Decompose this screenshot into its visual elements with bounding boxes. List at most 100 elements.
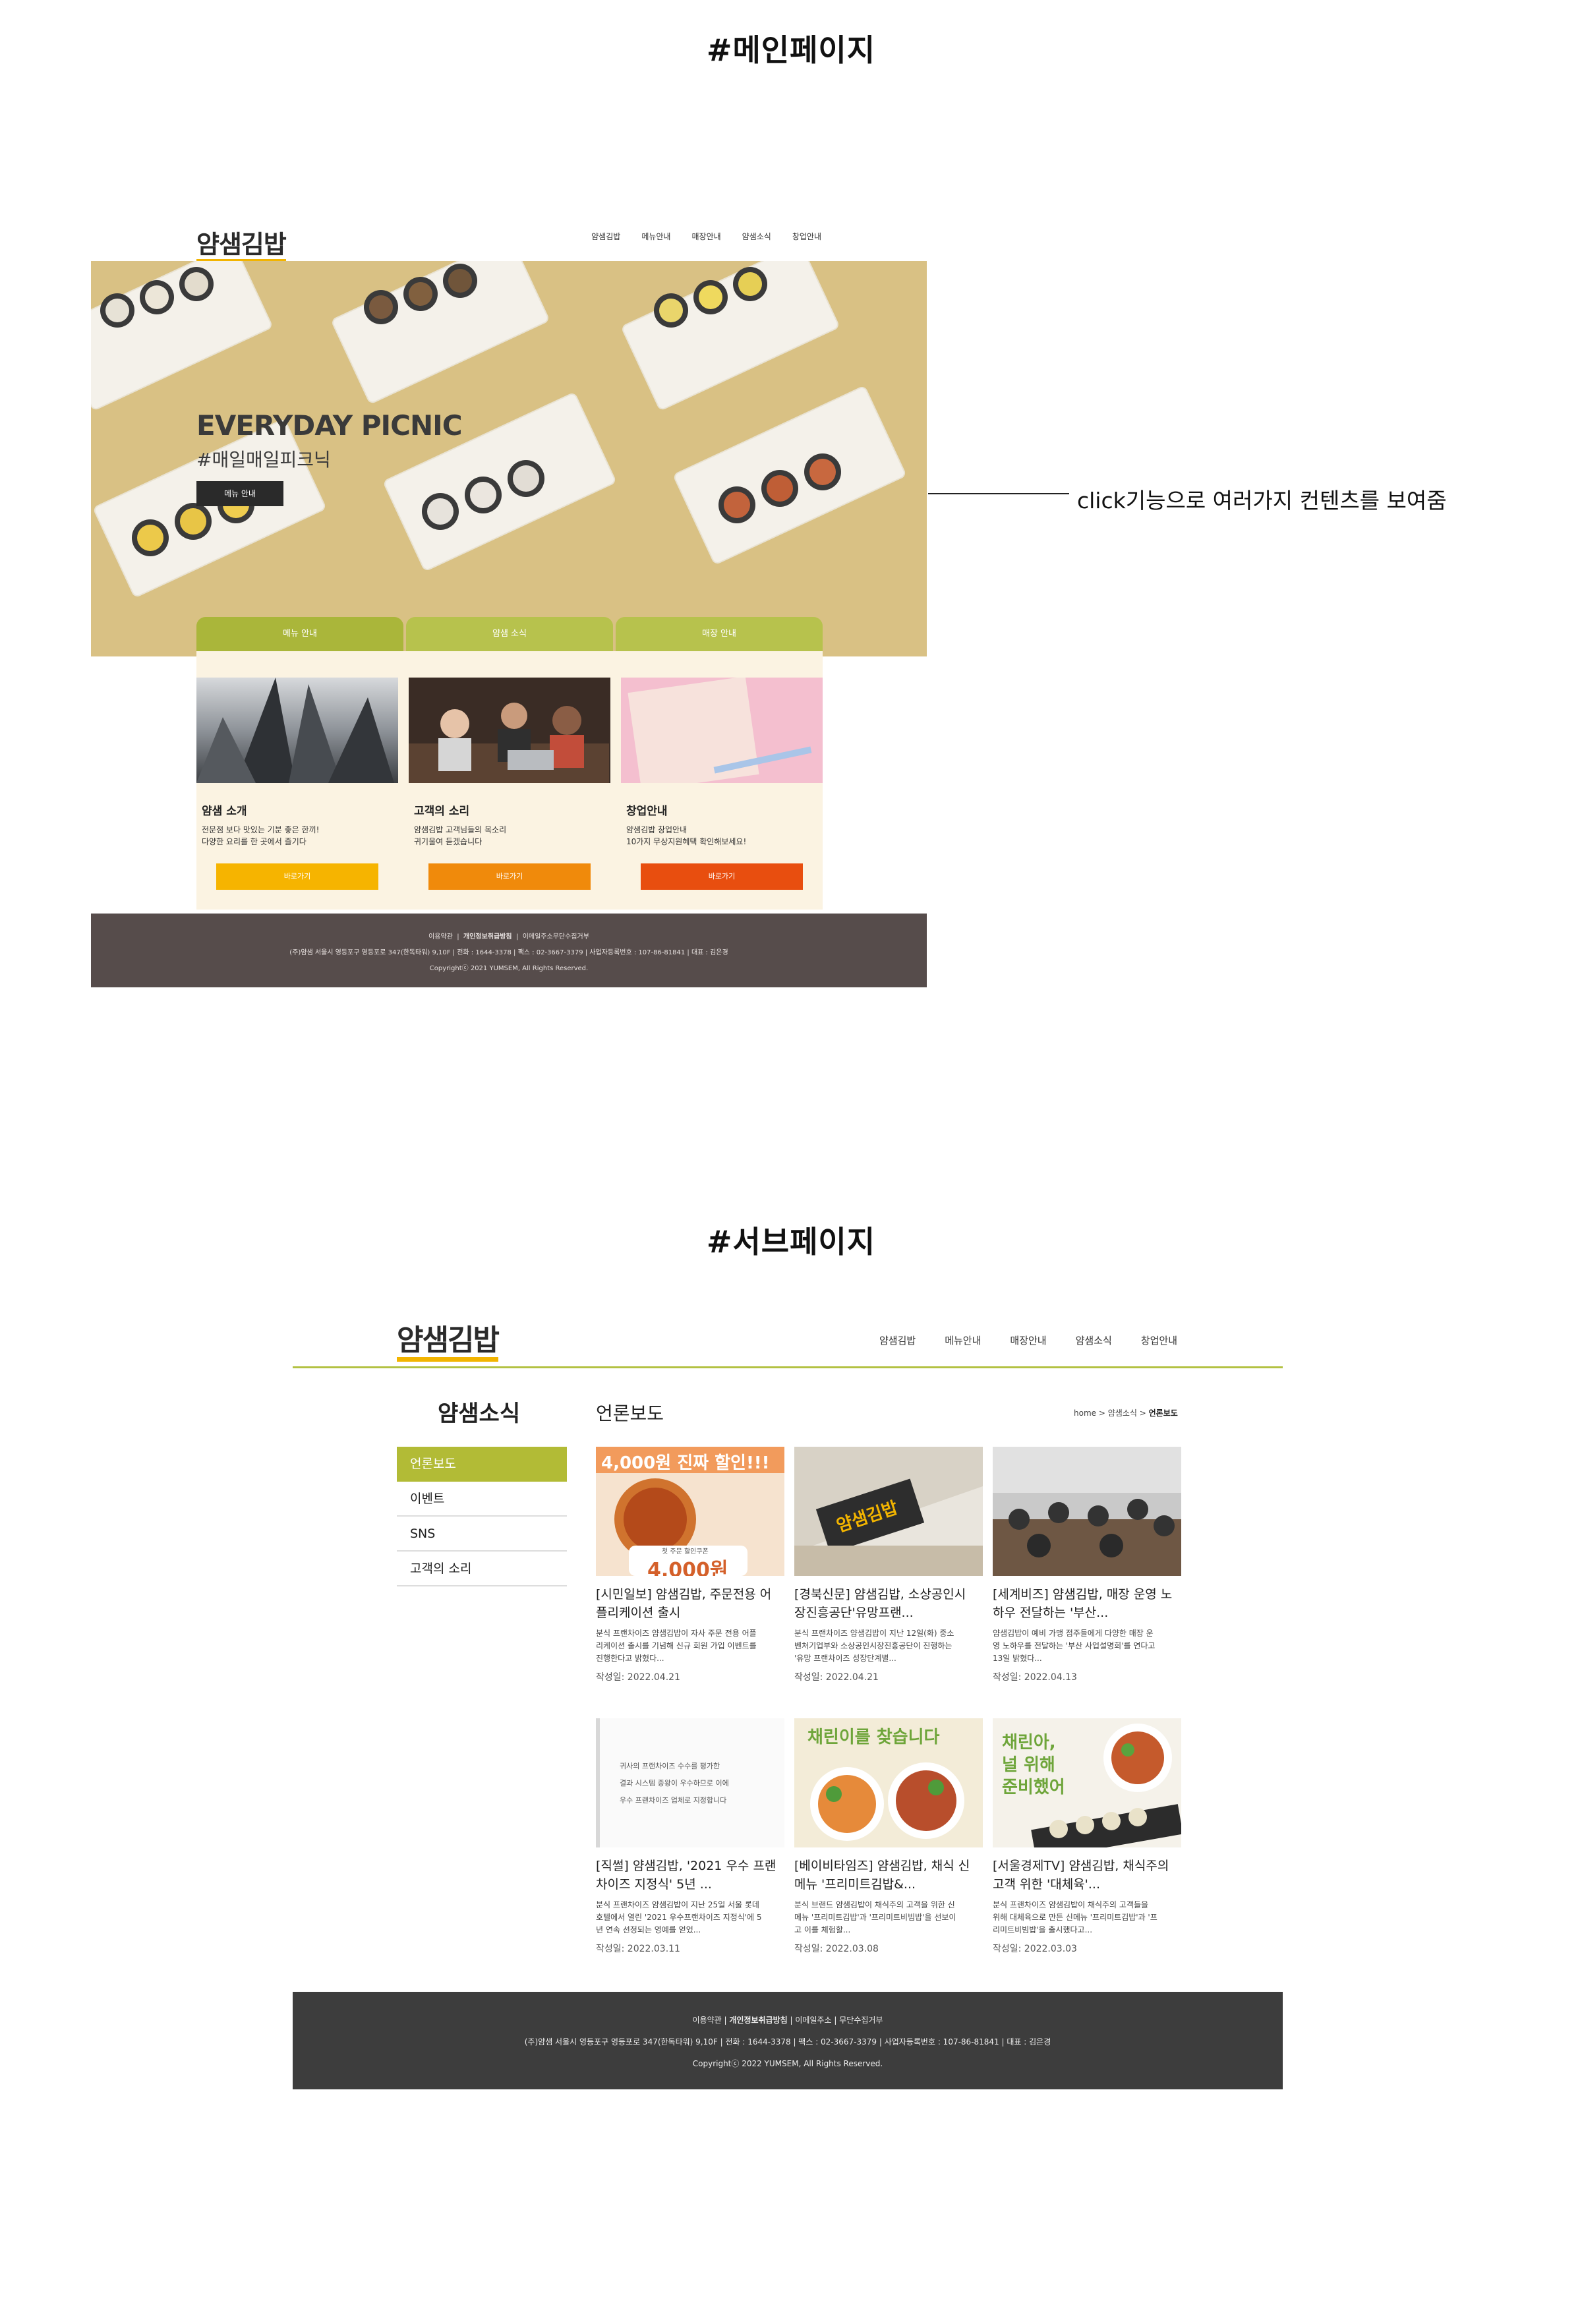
logo-text: 얌샘김밥	[397, 1323, 500, 1362]
callout-note: click기능으로 여러가지 컨텐츠를 보여줌	[1077, 488, 1447, 513]
card-title: 얌샘 소개	[202, 805, 247, 818]
news-thumbnail	[993, 1447, 1181, 1576]
nav-item-yumsem[interactable]: 얌샘김밥	[591, 231, 620, 242]
meeting-image	[409, 678, 610, 783]
news-date: 작성일: 2022.04.13	[993, 1672, 1077, 1683]
side-menu-sns[interactable]: SNS	[397, 1517, 567, 1552]
hero-menu-button[interactable]: 메뉴 안내	[196, 481, 283, 506]
nav-item-yumsem[interactable]: 얌샘김밥	[879, 1333, 916, 1347]
card-desc: 얌샘김밥 창업안내 10가지 무상지원혜택 확인해보세요!	[626, 825, 747, 846]
card-startup: 창업안내 얌샘김밥 창업안내 10가지 무상지원혜택 확인해보세요! 바로가기	[621, 678, 823, 910]
news-thumbnail: 4,000원 진짜 할인!!! 첫 주문 할인쿠폰 4,000원	[596, 1447, 784, 1576]
go-button[interactable]: 바로가기	[641, 863, 803, 890]
card-desc: 얌샘김밥 고객님들의 목소리 귀기울여 듣겠습니다	[414, 825, 507, 846]
side-menu-voice[interactable]: 고객의 소리	[397, 1552, 567, 1586]
news-title: [직썰] 얌샘김밥, '2021 우수 프랜 차이즈 지정식' 5년 ...	[596, 1859, 776, 1892]
card-title: 고객의 소리	[414, 805, 470, 818]
breadcrumb-home[interactable]: home	[1074, 1409, 1096, 1418]
nav-item-store[interactable]: 매장안내	[1010, 1333, 1046, 1347]
news-card[interactable]: [세계비즈] 얌샘김밥, 매장 운영 노 하우 전달하는 '부산... 얌샘김밥이…	[993, 1447, 1181, 1683]
footer-link-privacy[interactable]: 개인정보취급방침	[729, 2016, 787, 2025]
news-summary: 분식 프랜차이즈 얌샘김밥이 채식주의 고객들을 위해 대체육으로 만든 신메뉴 …	[993, 1900, 1157, 1934]
nav-item-menu[interactable]: 메뉴안내	[945, 1333, 981, 1347]
news-title: [시민일보] 얌샘김밥, 주문전용 어 플리케이션 출시	[596, 1587, 772, 1620]
nav-item-store[interactable]: 매장안내	[691, 231, 720, 242]
card-title: 창업안내	[626, 805, 668, 818]
side-menu-press[interactable]: 언론보도	[397, 1447, 567, 1482]
news-title: [서울경제TV] 얌샘김밥, 채식주의 고객 위한 '대체육'...	[993, 1859, 1169, 1892]
callout-line	[928, 493, 1069, 494]
main-nav: 얌샘김밥 메뉴안내 매장안내 얌샘소식 창업안내	[591, 231, 821, 242]
news-thumbnail: 귀사의 프랜차이즈 수수를 평가한 결과 시스템 증왕이 우수하므로 이에 우수 프…	[596, 1718, 784, 1847]
sub-page-mockup: 얌샘김밥 얌샘김밥 메뉴안내 매장안내 얌샘소식 창업안내 얌샘소식 언론보도 …	[293, 1295, 1283, 2089]
nav-item-startup[interactable]: 창업안내	[1141, 1333, 1177, 1347]
nav-item-menu[interactable]: 메뉴안내	[641, 231, 670, 242]
card-intro: 얌샘 소개 전문점 보다 맛있는 기분 좋은 한끼! 다양한 요리를 한 곳에서 …	[196, 678, 398, 910]
nav-item-news[interactable]: 얌샘소식	[1076, 1333, 1112, 1347]
content-title: 언론보도	[596, 1403, 664, 1424]
footer-company-info: (주)얌샘 서울시 영등포구 영등포로 347(한독타워) 9,10F | 전화…	[289, 949, 728, 956]
main-page-heading: #메인페이지	[706, 32, 876, 68]
breadcrumb: home > 얌샘소식 > 언론보도	[1074, 1409, 1178, 1418]
breadcrumb-current: 언론보도	[1148, 1409, 1178, 1418]
news-thumbnail: 채린아, 널 위해 준비했어	[993, 1718, 1181, 1847]
news-card[interactable]: 귀사의 프랜차이즈 수수를 평가한 결과 시스템 증왕이 우수하므로 이에 우수 프…	[596, 1718, 784, 1955]
news-card[interactable]: 4,000원 진짜 할인!!! 첫 주문 할인쿠폰 4,000원 [시민일보] …	[596, 1447, 784, 1683]
news-summary: 분식 프랜차이즈 얌샘김밥이 자사 주문 전용 어플 리케이션 출시를 기념해 신…	[596, 1629, 757, 1663]
sub-footer: 이용약관 | 개인정보취급방침 | 이메일주소 | 무단수집거부 (주)얌샘 서…	[293, 1992, 1283, 2089]
notebook-image	[621, 678, 823, 783]
main-page-mockup: 얌샘김밥 얌샘김밥 메뉴안내 매장안내 얌샘소식 창업안내 EVERYDAY P…	[91, 216, 927, 987]
tab-menu[interactable]: 메뉴 안내	[196, 617, 403, 651]
main-footer: 이용약관 | 개인정보취급방침 | 이메일주소무단수집거부 (주)얌샘 서울시 …	[91, 914, 927, 987]
side-menu: 언론보도 이벤트 SNS 고객의 소리	[397, 1447, 567, 1586]
news-card[interactable]: 채린이를 찾습니다 [베이비타임즈] 얌샘김밥, 채식 신 메뉴 '프리미트김밥&…	[794, 1718, 983, 1955]
sub-page-heading: #서브페이지	[706, 1224, 876, 1260]
side-menu-event[interactable]: 이벤트	[397, 1482, 567, 1517]
breadcrumb-parent[interactable]: 얌샘소식	[1108, 1409, 1137, 1418]
tab-store[interactable]: 매장 안내	[616, 617, 823, 651]
footer-links: 이용약관 | 개인정보취급방침 | 이메일주소 | 무단수집거부	[692, 2016, 883, 2025]
card-desc: 전문점 보다 맛있는 기분 좋은 한끼! 다양한 요리를 한 곳에서 즐기다	[202, 825, 320, 846]
news-title: [세계비즈] 얌샘김밥, 매장 운영 노 하우 전달하는 '부산...	[993, 1587, 1173, 1620]
hero-title: EVERYDAY PICNIC	[196, 409, 463, 442]
card-voice: 고객의 소리 얌샘김밥 고객님들의 목소리 귀기울여 듣겠습니다 바로가기	[409, 678, 610, 910]
footer-copyright: Copyrightⓒ 2022 YUMSEM, All Rights Reser…	[692, 2059, 883, 2068]
news-date: 작성일: 2022.03.03	[993, 1944, 1077, 1954]
news-summary: 분식 브랜드 얌샘김밥이 채식주의 고객을 위한 신 메뉴 '프리미트김밥'과 '…	[794, 1900, 956, 1934]
news-card[interactable]: 얌샘김밥 [경북신문] 얌샘김밥, 소상공인시 장진흥공단'유망프랜... 분식 …	[794, 1447, 983, 1683]
footer-link-no-collect[interactable]: 무단수집거부	[839, 2016, 883, 2025]
info-cards: 얌샘 소개 전문점 보다 맛있는 기분 좋은 한끼! 다양한 요리를 한 곳에서 …	[196, 651, 823, 910]
news-card[interactable]: 채린아, 널 위해 준비했어 [서울경제TV] 얌샘김밥, 채식주의 고객 위한 '대…	[993, 1718, 1181, 1955]
header-divider	[293, 1366, 1283, 1368]
go-button[interactable]: 바로가기	[428, 863, 591, 890]
nav-item-startup[interactable]: 창업안내	[792, 231, 821, 242]
hero-banner: EVERYDAY PICNIC #매일매일피크닉 메뉴 안내	[91, 261, 927, 656]
building-image	[196, 678, 398, 783]
nav-item-news[interactable]: 얌샘소식	[742, 231, 771, 242]
tab-news[interactable]: 얌샘 소식	[406, 617, 613, 651]
news-date: 작성일: 2022.04.21	[596, 1672, 680, 1683]
news-title: [경북신문] 얌샘김밥, 소상공인시 장진흥공단'유망프랜...	[794, 1587, 966, 1620]
footer-links: 이용약관 | 개인정보취급방침 | 이메일주소무단수집거부	[428, 933, 589, 941]
news-title: [베이비타임즈] 얌샘김밥, 채식 신 메뉴 '프리미트김밥&...	[794, 1859, 970, 1892]
sub-logo[interactable]: 얌샘김밥	[397, 1316, 500, 1362]
logo-text: 얌샘김밥	[196, 230, 287, 263]
content-tabs: 메뉴 안내 얌샘 소식 매장 안내	[196, 617, 823, 651]
footer-copyright: Copyrightⓒ 2021 YUMSEM, All Rights Reser…	[429, 965, 589, 972]
footer-link-privacy[interactable]: 개인정보취급방침	[463, 933, 512, 941]
news-date: 작성일: 2022.03.11	[596, 1944, 680, 1954]
news-thumbnail: 채린이를 찾습니다	[794, 1718, 983, 1847]
go-button[interactable]: 바로가기	[216, 863, 378, 890]
news-summary: 분식 프랜차이즈 얌샘김밥이 지난 12일(화) 중소 벤처기업부와 소상공인시장…	[794, 1629, 954, 1663]
sub-nav: 얌샘김밥 메뉴안내 매장안내 얌샘소식 창업안내	[879, 1333, 1177, 1347]
news-summary: 얌샘김밥이 예비 가맹 점주들에게 다양한 매장 운영 노하우를 전달하는 '부…	[993, 1629, 1156, 1663]
news-date: 작성일: 2022.04.21	[794, 1672, 879, 1683]
footer-link-terms[interactable]: 이용약관	[693, 2016, 722, 2025]
footer-link-terms[interactable]: 이용약관	[428, 933, 453, 941]
footer-link-email[interactable]: 이메일주소무단수집거부	[523, 933, 589, 941]
news-thumbnail: 얌샘김밥	[794, 1447, 983, 1576]
footer-link-email[interactable]: 이메일주소	[795, 2016, 831, 2025]
section-title: 얌샘소식	[438, 1401, 521, 1427]
footer-company-info: (주)얌샘 서울시 영등포구 영등포로 347(한독타워) 9,10F | 전화…	[524, 2037, 1051, 2047]
main-logo[interactable]: 얌샘김밥	[196, 224, 287, 263]
